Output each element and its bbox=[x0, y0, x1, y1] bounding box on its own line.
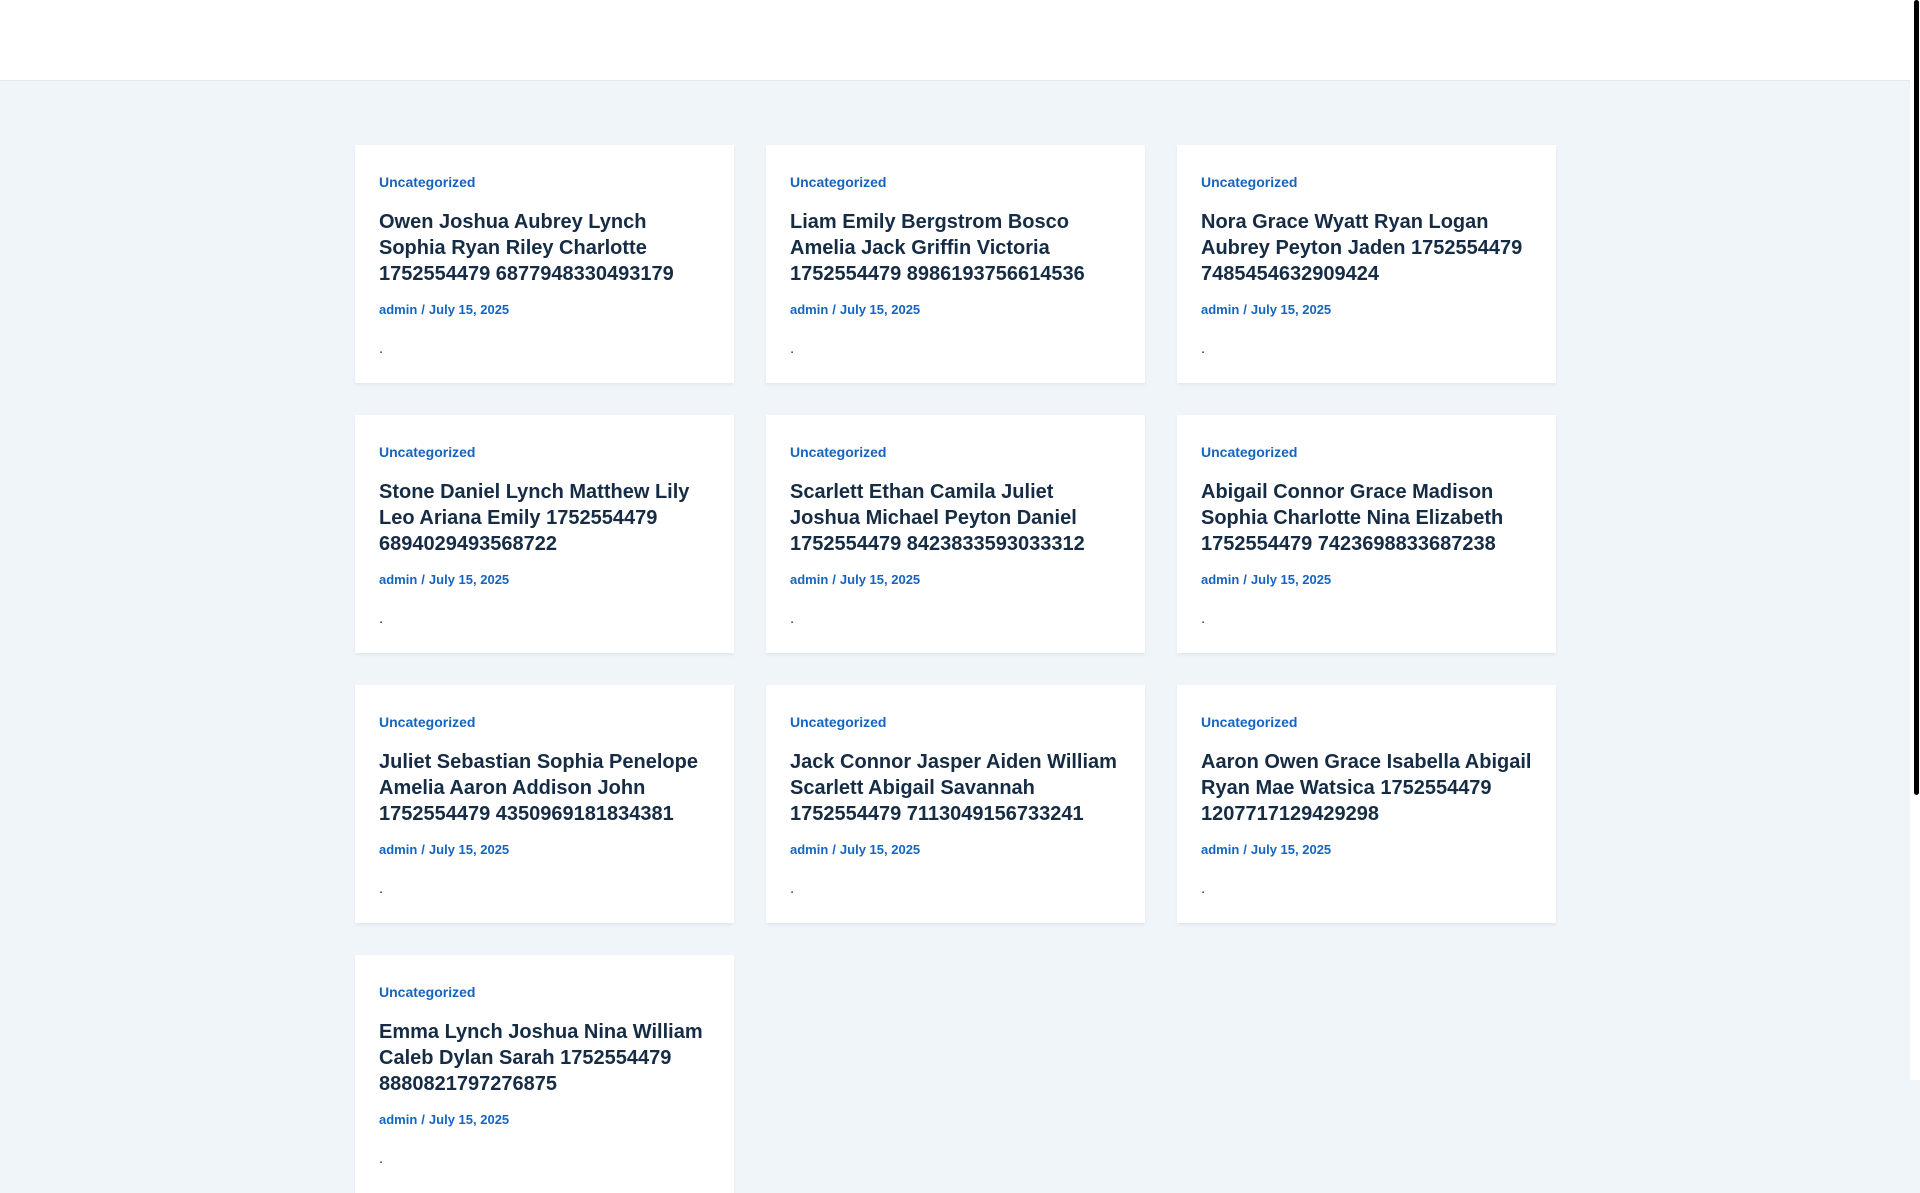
post-title[interactable]: Aaron Owen Grace Isabella Abigail Ryan M… bbox=[1201, 749, 1532, 827]
post-meta: admin / July 15, 2025 bbox=[379, 841, 710, 859]
post-card: Uncategorized Emma Lynch Joshua Nina Wil… bbox=[355, 955, 734, 1193]
post-meta: admin / July 15, 2025 bbox=[1201, 571, 1532, 589]
post-category-link[interactable]: Uncategorized bbox=[379, 713, 710, 731]
post-author-link[interactable]: admin bbox=[379, 1112, 417, 1127]
post-date-link[interactable]: July 15, 2025 bbox=[840, 842, 920, 857]
post-excerpt: . bbox=[1201, 340, 1206, 357]
post-meta: admin / July 15, 2025 bbox=[379, 571, 710, 589]
post-excerpt: . bbox=[379, 610, 384, 627]
post-author-link[interactable]: admin bbox=[379, 842, 417, 857]
post-category-link[interactable]: Uncategorized bbox=[379, 983, 710, 1001]
post-title[interactable]: Nora Grace Wyatt Ryan Logan Aubrey Peyto… bbox=[1201, 209, 1532, 287]
post-category-link[interactable]: Uncategorized bbox=[1201, 443, 1532, 461]
post-title[interactable]: Jack Connor Jasper Aiden William Scarlet… bbox=[790, 749, 1121, 827]
post-date-link[interactable]: July 15, 2025 bbox=[1251, 572, 1331, 587]
post-card: Uncategorized Nora Grace Wyatt Ryan Loga… bbox=[1177, 145, 1556, 383]
post-date-link[interactable]: July 15, 2025 bbox=[1251, 842, 1331, 857]
post-card: Uncategorized Abigail Connor Grace Madis… bbox=[1177, 415, 1556, 653]
post-date-link[interactable]: July 15, 2025 bbox=[840, 572, 920, 587]
meta-separator: / bbox=[832, 572, 836, 587]
post-date-link[interactable]: July 15, 2025 bbox=[840, 302, 920, 317]
post-category-link[interactable]: Uncategorized bbox=[790, 713, 1121, 731]
posts-grid: Uncategorized Owen Joshua Aubrey Lynch S… bbox=[355, 145, 1556, 1193]
meta-separator: / bbox=[1243, 302, 1247, 317]
post-author-link[interactable]: admin bbox=[379, 572, 417, 587]
post-date-link[interactable]: July 15, 2025 bbox=[429, 842, 509, 857]
post-date-link[interactable]: July 15, 2025 bbox=[429, 302, 509, 317]
post-excerpt: . bbox=[790, 610, 795, 627]
post-category-link[interactable]: Uncategorized bbox=[379, 173, 710, 191]
post-excerpt: . bbox=[1201, 880, 1206, 897]
post-meta: admin / July 15, 2025 bbox=[790, 841, 1121, 859]
meta-separator: / bbox=[421, 302, 425, 317]
meta-separator: / bbox=[421, 572, 425, 587]
meta-separator: / bbox=[421, 842, 425, 857]
post-author-link[interactable]: admin bbox=[790, 302, 828, 317]
post-card: Uncategorized Jack Connor Jasper Aiden W… bbox=[766, 685, 1145, 923]
post-meta: admin / July 15, 2025 bbox=[379, 301, 710, 319]
post-card: Uncategorized Liam Emily Bergstrom Bosco… bbox=[766, 145, 1145, 383]
post-date-link[interactable]: July 15, 2025 bbox=[429, 1112, 509, 1127]
post-excerpt: . bbox=[790, 340, 795, 357]
post-meta: admin / July 15, 2025 bbox=[1201, 301, 1532, 319]
post-card: Uncategorized Aaron Owen Grace Isabella … bbox=[1177, 685, 1556, 923]
post-title[interactable]: Scarlett Ethan Camila Juliet Joshua Mich… bbox=[790, 479, 1121, 557]
post-title[interactable]: Owen Joshua Aubrey Lynch Sophia Ryan Ril… bbox=[379, 209, 710, 287]
post-meta: admin / July 15, 2025 bbox=[1201, 841, 1532, 859]
post-title[interactable]: Stone Daniel Lynch Matthew Lily Leo Aria… bbox=[379, 479, 710, 557]
meta-separator: / bbox=[1243, 572, 1247, 587]
post-category-link[interactable]: Uncategorized bbox=[1201, 173, 1532, 191]
post-category-link[interactable]: Uncategorized bbox=[1201, 713, 1532, 731]
post-excerpt: . bbox=[379, 1150, 384, 1167]
post-meta: admin / July 15, 2025 bbox=[379, 1111, 710, 1129]
meta-separator: / bbox=[421, 1112, 425, 1127]
post-excerpt: . bbox=[379, 340, 384, 357]
post-meta: admin / July 15, 2025 bbox=[790, 571, 1121, 589]
post-excerpt: . bbox=[1201, 610, 1206, 627]
post-card: Uncategorized Juliet Sebastian Sophia Pe… bbox=[355, 685, 734, 923]
post-category-link[interactable]: Uncategorized bbox=[379, 443, 710, 461]
meta-separator: / bbox=[832, 842, 836, 857]
post-author-link[interactable]: admin bbox=[379, 302, 417, 317]
scrollbar-track[interactable] bbox=[1910, 0, 1920, 1080]
post-date-link[interactable]: July 15, 2025 bbox=[429, 572, 509, 587]
site-header bbox=[0, 0, 1910, 81]
post-author-link[interactable]: admin bbox=[790, 572, 828, 587]
post-title[interactable]: Emma Lynch Joshua Nina William Caleb Dyl… bbox=[379, 1019, 710, 1097]
post-category-link[interactable]: Uncategorized bbox=[790, 173, 1121, 191]
post-author-link[interactable]: admin bbox=[1201, 302, 1239, 317]
post-date-link[interactable]: July 15, 2025 bbox=[1251, 302, 1331, 317]
post-title[interactable]: Abigail Connor Grace Madison Sophia Char… bbox=[1201, 479, 1532, 557]
post-author-link[interactable]: admin bbox=[790, 842, 828, 857]
post-excerpt: . bbox=[790, 880, 795, 897]
post-meta: admin / July 15, 2025 bbox=[790, 301, 1121, 319]
post-title[interactable]: Juliet Sebastian Sophia Penelope Amelia … bbox=[379, 749, 710, 827]
meta-separator: / bbox=[832, 302, 836, 317]
post-title[interactable]: Liam Emily Bergstrom Bosco Amelia Jack G… bbox=[790, 209, 1121, 287]
post-author-link[interactable]: admin bbox=[1201, 572, 1239, 587]
post-card: Uncategorized Owen Joshua Aubrey Lynch S… bbox=[355, 145, 734, 383]
post-author-link[interactable]: admin bbox=[1201, 842, 1239, 857]
post-card: Uncategorized Scarlett Ethan Camila Juli… bbox=[766, 415, 1145, 653]
post-category-link[interactable]: Uncategorized bbox=[790, 443, 1121, 461]
post-card: Uncategorized Stone Daniel Lynch Matthew… bbox=[355, 415, 734, 653]
scrollbar-thumb[interactable] bbox=[1914, 0, 1919, 795]
meta-separator: / bbox=[1243, 842, 1247, 857]
post-excerpt: . bbox=[379, 880, 384, 897]
